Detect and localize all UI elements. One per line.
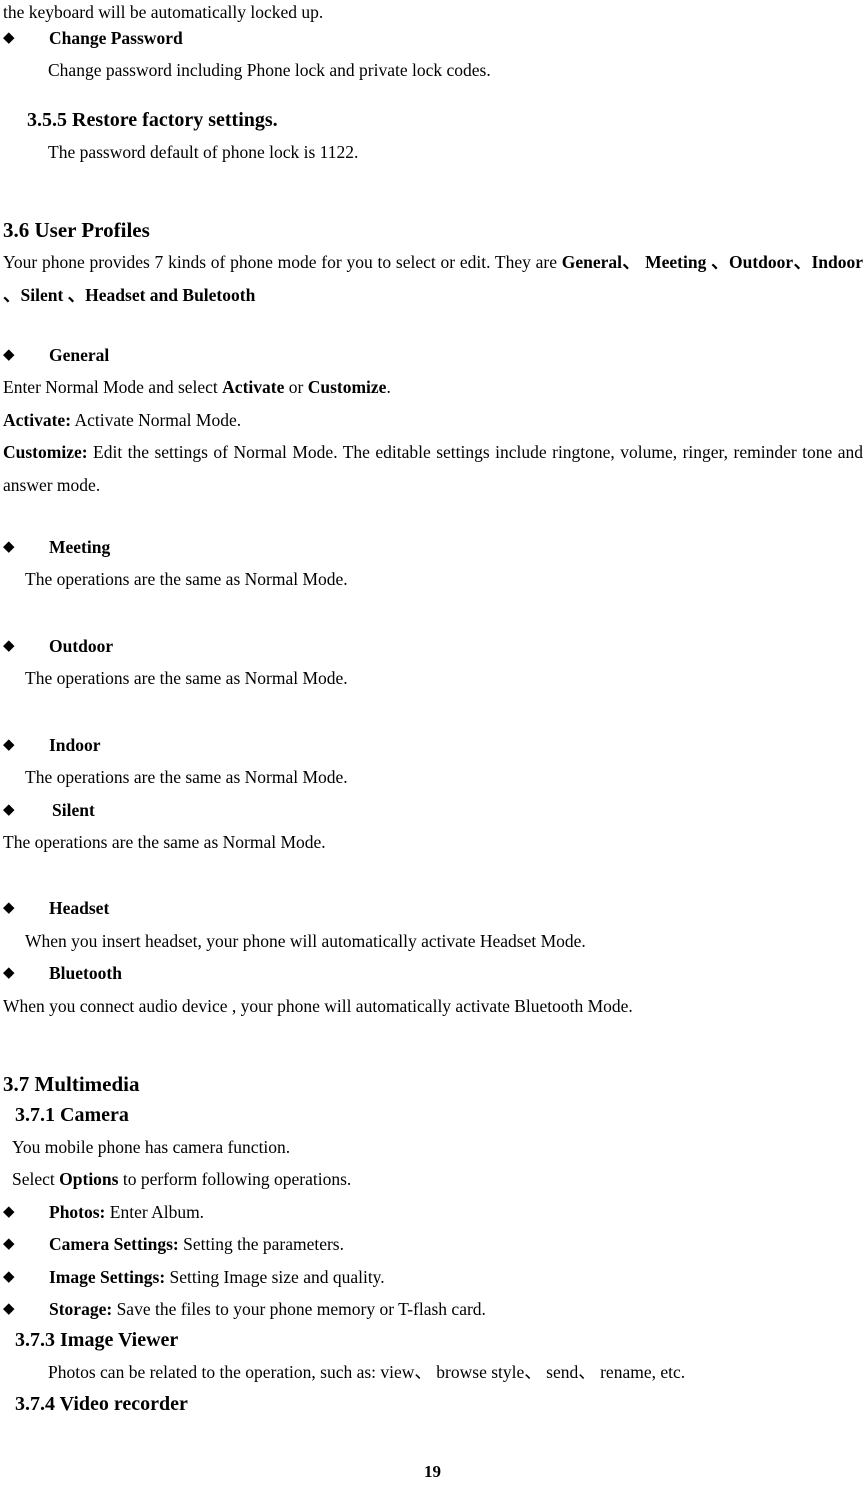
bullet-camera-option-camera-settings: ◆ Camera Settings: Setting the parameter… (3, 1228, 863, 1260)
diamond-bullet-icon: ◆ (3, 1300, 15, 1317)
bullet-profile-bluetooth: ◆ Bluetooth (3, 957, 863, 989)
camera-line-1: You mobile phone has camera function. (12, 1136, 291, 1157)
camera-line-2-bold-options: Options (59, 1169, 119, 1190)
camera-option-photos-label: Photos: (49, 1201, 106, 1222)
general-line-2-bold: Activate: (3, 409, 72, 430)
profile-outdoor-label: Outdoor (49, 635, 114, 656)
diamond-bullet-icon: ◆ (3, 900, 15, 917)
bullet-camera-option-storage: ◆ Storage: Save the files to your phone … (3, 1293, 863, 1325)
section-3-6-intro: Your phone provides 7 kinds of phone mod… (3, 246, 863, 311)
general-line-2-plain: Activate Normal Mode. (71, 409, 242, 430)
bullet-profile-headset: ◆ Headset (3, 892, 863, 924)
heading-3-7-3: 3.7.3 Image Viewer (15, 1329, 179, 1352)
general-line-2: Activate: Activate Normal Mode. (3, 404, 863, 436)
general-line-1-plain-c: . (386, 377, 391, 398)
camera-option-photos-desc: Enter Album. (105, 1201, 205, 1222)
diamond-bullet-icon: ◆ (3, 801, 15, 818)
continuation-line: the keyboard will be automatically locke… (3, 2, 324, 22)
general-line-1-plain-b: or (284, 377, 308, 398)
bullet-camera-option-photos: ◆ Photos: Enter Album. (3, 1196, 863, 1228)
diamond-bullet-icon: ◆ (3, 1203, 15, 1220)
diamond-bullet-icon: ◆ (3, 965, 15, 982)
camera-option-storage-label: Storage: (49, 1298, 113, 1319)
profile-general-label: General (49, 345, 110, 366)
profile-silent-label: Silent (52, 799, 95, 820)
camera-option-image-settings: Image Settings: Setting Image size and q… (49, 1267, 385, 1287)
camera-option-image-settings-label: Image Settings: (49, 1266, 166, 1287)
heading-3-7-1: 3.7.1 Camera (15, 1103, 129, 1126)
heading-3-7: 3.7 Multimedia (3, 1071, 140, 1096)
camera-option-camera-settings-label: Camera Settings: (49, 1234, 179, 1255)
bullet-change-password-label: Change Password (49, 28, 183, 48)
profile-headset-body: When you insert headset, your phone will… (25, 930, 586, 951)
intro-text-plain: Your phone provides 7 kinds of phone mod… (3, 252, 562, 273)
image-viewer-body: Photos can be related to the operation, … (48, 1362, 686, 1383)
change-password-body: Change password including Phone lock and… (48, 60, 491, 81)
heading-3-5-5: 3.5.5 Restore factory settings. (27, 108, 278, 131)
page-content: the keyboard will be automatically locke… (3, 0, 863, 1420)
general-line-1-bold-customize: Customize (307, 377, 387, 398)
general-line-1-bold-activate: Activate (222, 377, 285, 398)
camera-option-storage-desc: Save the files to your phone memory or T… (112, 1298, 486, 1319)
profile-silent-body: The operations are the same as Normal Mo… (3, 831, 326, 852)
general-line-1-plain-a: Enter Normal Mode and select (3, 377, 223, 398)
bullet-profile-outdoor: ◆ Outdoor (3, 630, 863, 662)
camera-line-2-plain-a: Select (12, 1169, 60, 1190)
profile-headset-label: Headset (49, 898, 110, 919)
intro-text-bold-general: General、 (561, 252, 641, 273)
diamond-bullet-icon: ◆ (3, 1268, 15, 1285)
profile-indoor-body: The operations are the same as Normal Mo… (25, 767, 348, 788)
bullet-profile-indoor: ◆ Indoor (3, 729, 863, 761)
camera-option-photos: Photos: Enter Album. (49, 1202, 204, 1222)
section-3-5-5-body: The password default of phone lock is 11… (48, 141, 359, 162)
profile-meeting-body: The operations are the same as Normal Mo… (25, 569, 348, 590)
bullet-profile-silent: ◆ Silent (3, 794, 863, 826)
diamond-bullet-icon: ◆ (3, 347, 15, 364)
bullet-profile-general: ◆ General (3, 339, 863, 371)
general-line-3-bold: Customize: (3, 442, 88, 463)
general-line-3-plain: Edit the settings of Normal Mode. The ed… (3, 442, 863, 495)
profile-outdoor-body: The operations are the same as Normal Mo… (25, 668, 348, 689)
camera-option-camera-settings-desc: Setting the parameters. (178, 1234, 344, 1255)
diamond-bullet-icon: ◆ (3, 539, 15, 556)
camera-option-camera-settings: Camera Settings: Setting the parameters. (49, 1234, 344, 1254)
heading-3-6: 3.6 User Profiles (3, 218, 150, 243)
camera-option-storage: Storage: Save the files to your phone me… (49, 1299, 486, 1319)
camera-line-2: Select Options to perform following oper… (3, 1163, 863, 1195)
document-page: the keyboard will be automatically locke… (0, 0, 865, 1487)
profile-indoor-label: Indoor (49, 734, 101, 755)
profile-bluetooth-label: Bluetooth (49, 963, 122, 984)
profile-bluetooth-body: When you connect audio device , your pho… (3, 995, 633, 1016)
camera-option-image-settings-desc: Setting Image size and quality. (165, 1266, 385, 1287)
heading-3-7-4: 3.7.4 Video recorder (15, 1392, 188, 1415)
camera-line-2-plain-b: to perform following operations. (118, 1169, 352, 1190)
bullet-change-password: ◆ Change Password (3, 22, 863, 54)
general-line-1: Enter Normal Mode and select Activate or… (3, 371, 863, 403)
diamond-bullet-icon: ◆ (3, 1236, 15, 1253)
bullet-camera-option-image-settings: ◆ Image Settings: Setting Image size and… (3, 1261, 863, 1293)
profile-meeting-label: Meeting (49, 537, 111, 558)
diamond-bullet-icon: ◆ (3, 736, 15, 753)
bullet-profile-meeting: ◆ Meeting (3, 531, 863, 563)
diamond-bullet-icon: ◆ (3, 30, 15, 46)
diamond-bullet-icon: ◆ (3, 637, 15, 654)
page-number: 19 (424, 1462, 441, 1481)
general-line-3: Customize: Edit the settings of Normal M… (3, 436, 863, 501)
